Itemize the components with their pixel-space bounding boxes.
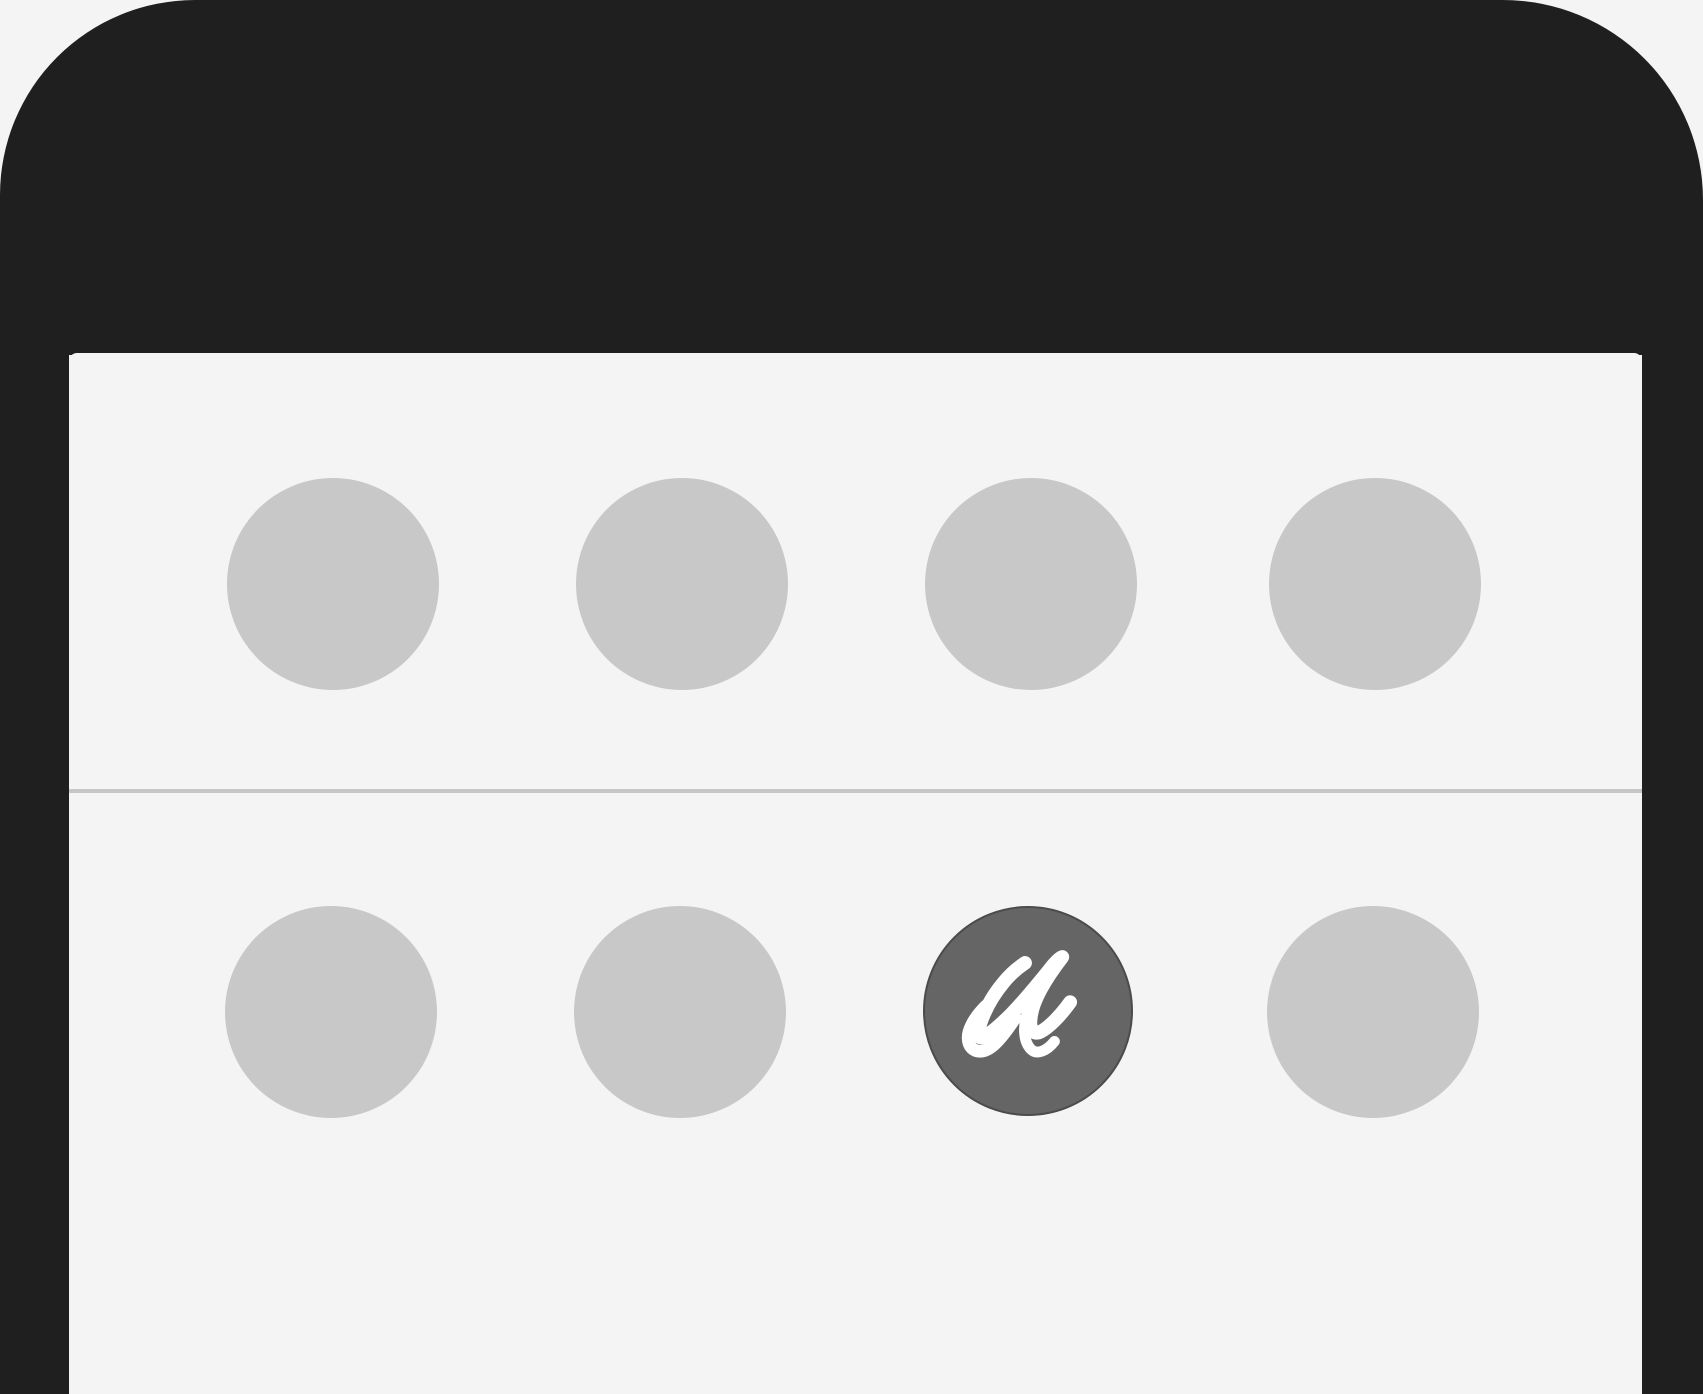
slot-row2-col4[interactable] [1267, 906, 1479, 1118]
slot-row1-col2[interactable] [576, 478, 788, 690]
row-divider [69, 789, 1642, 793]
slot-row2-col1[interactable] [225, 906, 437, 1118]
slot-row1-col3[interactable] [925, 478, 1137, 690]
slot-row2-col2[interactable] [574, 906, 786, 1118]
slot-row1-col4[interactable] [1269, 478, 1481, 690]
screen [69, 353, 1642, 1394]
slot-row1-col1[interactable] [227, 478, 439, 690]
device-frame [0, 0, 1703, 1394]
device-bezel-left [0, 300, 69, 1394]
slot-row2-col3-active[interactable] [923, 906, 1133, 1116]
script-u-logo-icon [961, 950, 1078, 1058]
device-bezel-right [1642, 300, 1703, 1394]
device-bezel-top [0, 0, 1703, 355]
